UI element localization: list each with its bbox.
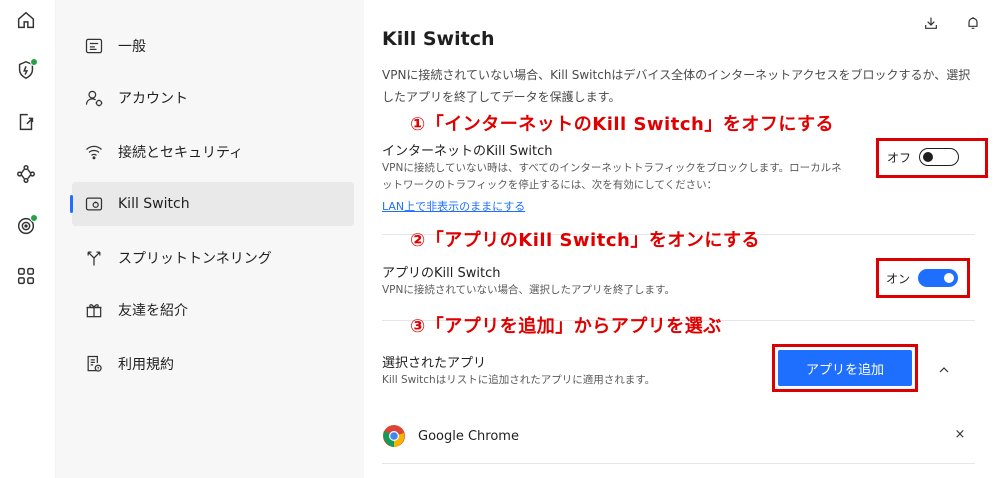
chevron-up-icon xyxy=(939,367,949,373)
sidebar-item-kill-switch[interactable]: Kill Switch xyxy=(70,182,354,226)
annotation-step-2: ②「アプリのKill Switch」をオンにする xyxy=(410,230,760,251)
wifi-icon xyxy=(84,142,104,162)
split-tunnel-icon xyxy=(84,248,104,268)
remove-app-button[interactable]: × xyxy=(950,424,970,444)
main-content: Kill Switch VPNに接続されていない場合、Kill Switchはデ… xyxy=(364,0,1000,478)
annotation-step-3: ③「アプリを追加」からアプリを選ぶ xyxy=(410,316,722,337)
collapse-button[interactable] xyxy=(934,360,954,380)
lan-hidden-link[interactable]: LAN上で非表示のままにする xyxy=(382,198,525,214)
sidebar-item-label: アカウント xyxy=(118,91,188,107)
app-kill-switch-toggle[interactable]: オン xyxy=(886,269,959,287)
sidebar-item-general[interactable]: 一般 xyxy=(72,24,354,68)
internet-kill-switch-title: インターネットのKill Switch xyxy=(382,144,553,159)
selected-apps-title: 選択されたアプリ xyxy=(382,356,487,371)
toggle-knob xyxy=(923,151,934,162)
internet-kill-switch-toggle[interactable]: オフ xyxy=(887,148,960,166)
mesh-icon[interactable] xyxy=(12,160,40,188)
toggle-label: オフ xyxy=(887,150,912,165)
account-icon xyxy=(84,88,104,108)
toggle-knob xyxy=(944,273,955,283)
sidebar-item-label: 接続とセキュリティ xyxy=(118,145,244,161)
status-dot xyxy=(30,58,38,66)
chrome-icon xyxy=(383,425,405,447)
gift-icon xyxy=(84,300,104,320)
app-kill-switch-title: アプリのKill Switch xyxy=(382,266,501,281)
sidebar-item-terms[interactable]: 利用規約 xyxy=(72,342,354,386)
target-icon[interactable] xyxy=(12,212,40,240)
general-settings-icon xyxy=(84,36,104,56)
app-kill-switch-description: VPNに接続されていない場合、選択したアプリを終了します。 xyxy=(382,284,676,296)
export-icon[interactable] xyxy=(12,108,40,136)
sidebar-item-split-tunneling[interactable]: スプリットトンネリング xyxy=(72,236,354,280)
icon-rail xyxy=(0,0,56,478)
kill-switch-icon xyxy=(84,194,104,214)
sidebar-item-label: スプリットトンネリング xyxy=(118,251,272,267)
toggle-switch[interactable] xyxy=(918,269,959,287)
divider xyxy=(382,463,975,464)
toggle-label: オン xyxy=(886,271,911,286)
bell-icon xyxy=(968,17,978,29)
page-title: Kill Switch xyxy=(382,28,495,50)
sidebar-item-connection-security[interactable]: 接続とセキュリティ xyxy=(72,130,354,174)
page-description: VPNに接続されていない場合、Kill Switchはデバイス全体のインターネッ… xyxy=(382,68,971,104)
annotation-step-1: ①「インターネットのKill Switch」をオフにする xyxy=(410,114,834,135)
status-dot xyxy=(30,214,38,222)
notifications-button[interactable] xyxy=(956,6,990,40)
list-item: Google Chrome xyxy=(382,416,975,456)
sidebar-item-label: 友達を紹介 xyxy=(118,303,188,319)
app-name: Google Chrome xyxy=(418,428,519,444)
toggle-switch[interactable] xyxy=(919,148,960,166)
internet-kill-switch-description: VPNに接続していない時は、すべてのインターネットトラフィックをブロックします。… xyxy=(382,162,842,191)
add-app-button[interactable]: アプリを追加 xyxy=(778,350,912,386)
download-icon xyxy=(925,17,937,29)
settings-sidebar: 一般 アカウント 接続とセキュリティ Kill Switch スプリットトンネリ… xyxy=(56,0,364,478)
sidebar-item-refer-friend[interactable]: 友達を紹介 xyxy=(72,288,354,332)
terms-icon xyxy=(84,354,104,374)
sidebar-item-label: 利用規約 xyxy=(118,357,174,373)
home-icon[interactable] xyxy=(12,6,40,34)
download-button[interactable] xyxy=(914,6,948,40)
shield-bolt-icon[interactable] xyxy=(12,56,40,84)
sidebar-item-label: Kill Switch xyxy=(118,196,190,212)
sidebar-item-account[interactable]: アカウント xyxy=(72,76,354,120)
sidebar-item-label: 一般 xyxy=(118,39,146,55)
apps-grid-icon[interactable] xyxy=(12,262,40,290)
